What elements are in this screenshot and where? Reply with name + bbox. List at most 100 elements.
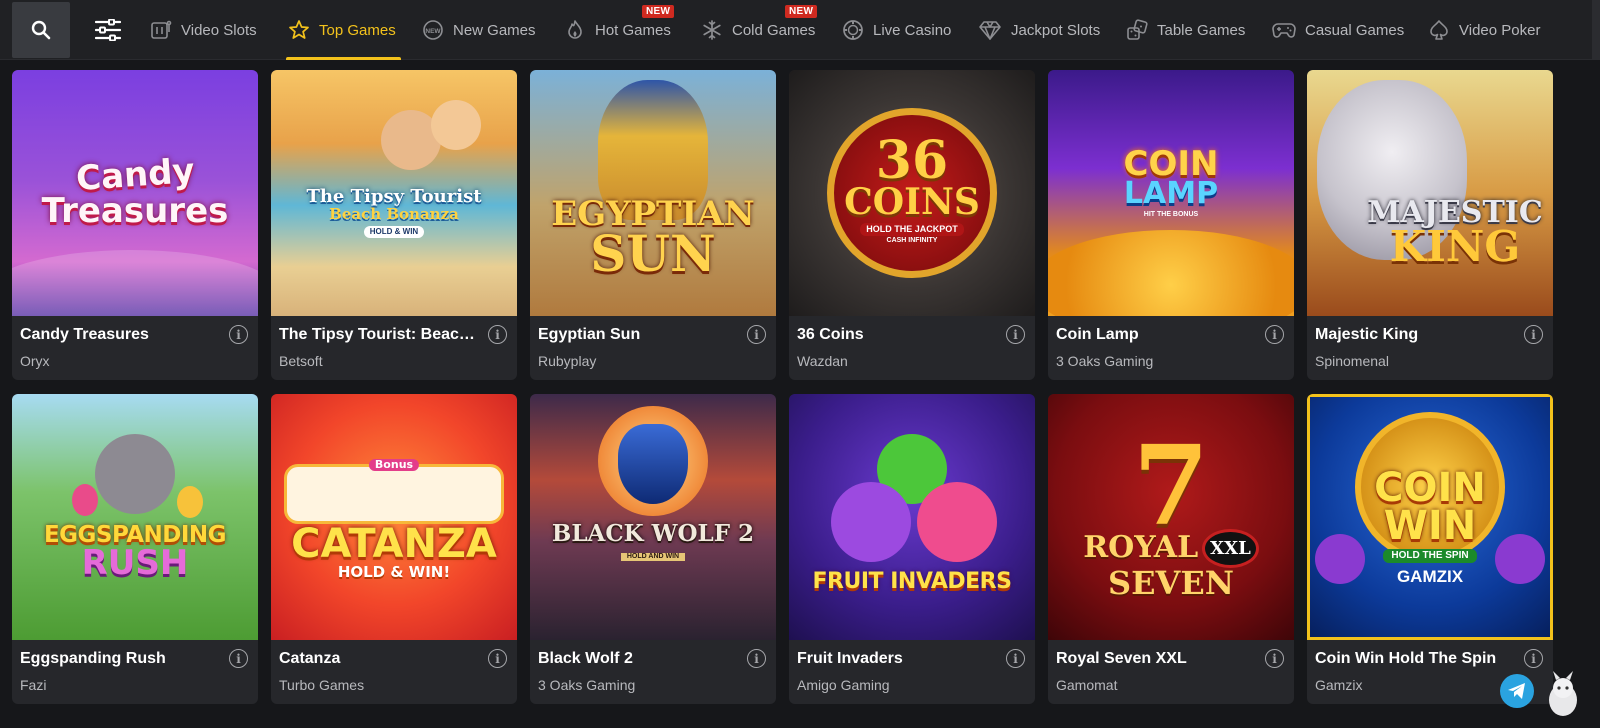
chat-bot-button[interactable] xyxy=(1538,670,1588,720)
game-grid: Candy Treasures Candy Treasures Oryx i T… xyxy=(12,70,1588,704)
game-provider: 3 Oaks Gaming xyxy=(538,677,636,693)
tab-jackpot-slots[interactable]: Jackpot Slots xyxy=(978,0,1100,60)
game-meta: Coin Lamp 3 Oaks Gaming i xyxy=(1048,316,1294,380)
game-card[interactable]: COIN WIN HOLD THE SPIN GAMZIX Coin Win H… xyxy=(1307,394,1553,704)
tab-cold-games[interactable]: Cold Games NEW xyxy=(701,0,818,60)
game-logo: Candy Treasures xyxy=(36,151,235,229)
game-card[interactable]: FRUIT INVADERS Fruit Invaders Amigo Gami… xyxy=(789,394,1035,704)
info-icon[interactable]: i xyxy=(1006,649,1025,668)
game-thumbnail[interactable]: MAJESTIC KING xyxy=(1307,70,1553,316)
game-logo: EGYPTIAN SUN xyxy=(545,197,760,284)
tab-label: Jackpot Slots xyxy=(1011,21,1101,39)
chip-icon xyxy=(843,20,863,40)
tab-hot-games[interactable]: Hot Games NEW xyxy=(564,0,675,60)
svg-text:NEW: NEW xyxy=(425,28,441,35)
logo-text: SEVEN xyxy=(1108,563,1234,602)
game-card[interactable]: EGGSPANDING RUSH Eggspanding Rush Fazi i xyxy=(12,394,258,704)
game-thumbnail[interactable]: FRUIT INVADERS xyxy=(789,394,1035,640)
game-thumbnail[interactable]: EGYPTIAN SUN xyxy=(530,70,776,316)
game-meta: Candy Treasures Oryx i xyxy=(12,316,258,380)
logo-text: HIT THE BONUS xyxy=(1143,210,1199,218)
game-thumbnail[interactable]: COIN WIN HOLD THE SPIN GAMZIX xyxy=(1307,394,1553,640)
flame-icon xyxy=(568,20,582,39)
tab-label: Casual Games xyxy=(1305,21,1405,39)
tab-top-games[interactable]: Top Games xyxy=(286,0,401,60)
logo-text: KING xyxy=(1389,222,1521,272)
logo-text: FRUIT INVADERS xyxy=(812,568,1012,594)
game-thumbnail[interactable]: 7 ROYAL XXL SEVEN xyxy=(1048,394,1294,640)
game-thumbnail[interactable]: COIN LAMP HIT THE BONUS xyxy=(1048,70,1294,316)
game-logo: BLACK WOLF 2 HOLD AND WIN xyxy=(546,522,760,562)
game-thumbnail[interactable]: The Tipsy Tourist Beach Bonanza HOLD & W… xyxy=(271,70,517,316)
game-logo: 36 COINS HOLD THE JACKPOT CASH INFINITY xyxy=(838,134,986,245)
info-icon[interactable]: i xyxy=(488,649,507,668)
game-card[interactable]: EGYPTIAN SUN Egyptian Sun Rubyplay i xyxy=(530,70,776,380)
info-icon[interactable]: i xyxy=(229,325,248,344)
logo-text: Bonus xyxy=(368,459,420,472)
tab-casual-games[interactable]: Casual Games xyxy=(1272,0,1404,60)
game-title: Coin Win Hold The Spin xyxy=(1315,650,1497,667)
logo-text: CATANZA xyxy=(291,520,497,567)
game-title: Majestic King xyxy=(1315,326,1419,343)
game-meta: The Tipsy Tourist: Beach Bonanza Betsoft… xyxy=(271,316,517,380)
game-title: Candy Treasures xyxy=(20,326,149,343)
game-thumbnail[interactable]: BLACK WOLF 2 HOLD AND WIN xyxy=(530,394,776,640)
info-icon[interactable]: i xyxy=(1524,649,1543,668)
game-card[interactable]: BLACK WOLF 2 HOLD AND WIN Black Wolf 2 3… xyxy=(530,394,776,704)
game-card[interactable]: The Tipsy Tourist Beach Bonanza HOLD & W… xyxy=(271,70,517,380)
game-provider: 3 Oaks Gaming xyxy=(1056,353,1154,369)
game-card[interactable]: Candy Treasures Candy Treasures Oryx i xyxy=(12,70,258,380)
tab-table-games[interactable]: Table Games xyxy=(1126,0,1245,60)
tab-label: Hot Games xyxy=(595,21,671,39)
game-title: The Tipsy Tourist: Beach Bonanza xyxy=(279,326,475,343)
game-meta: Black Wolf 2 3 Oaks Gaming i xyxy=(530,640,776,704)
logo-text: The Tipsy Tourist xyxy=(306,186,482,208)
game-card[interactable]: 36 COINS HOLD THE JACKPOT CASH INFINITY … xyxy=(789,70,1035,380)
game-provider: Wazdan xyxy=(797,353,848,369)
tab-label: Cold Games xyxy=(732,21,816,39)
nav-scrollbar[interactable] xyxy=(1592,0,1600,60)
game-card[interactable]: COIN LAMP HIT THE BONUS Coin Lamp 3 Oaks… xyxy=(1048,70,1294,380)
game-card[interactable]: 7 ROYAL XXL SEVEN Royal Seven XXL Gamoma… xyxy=(1048,394,1294,704)
tab-label: Top Games xyxy=(319,21,396,39)
filter-button[interactable] xyxy=(88,2,128,58)
game-meta: Royal Seven XXL Gamomat i xyxy=(1048,640,1294,704)
logo-text: ROYAL xyxy=(1083,530,1199,566)
game-card[interactable]: Bonus CATANZA HOLD & WIN! Catanza Turbo … xyxy=(271,394,517,704)
info-icon[interactable]: i xyxy=(229,649,248,668)
search-button[interactable] xyxy=(12,2,70,58)
logo-text: HOLD & WIN xyxy=(363,226,425,238)
snowflake-icon xyxy=(703,20,721,40)
info-icon[interactable]: i xyxy=(1265,649,1284,668)
game-title: Coin Lamp xyxy=(1056,326,1139,343)
game-thumbnail[interactable]: 36 COINS HOLD THE JACKPOT CASH INFINITY xyxy=(789,70,1035,316)
logo-text: SUN xyxy=(590,224,716,284)
tab-label: Video Slots xyxy=(181,21,257,39)
telegram-button[interactable] xyxy=(1500,674,1534,708)
game-thumbnail[interactable]: EGGSPANDING RUSH xyxy=(12,394,258,640)
tab-live-casino[interactable]: Live Casino xyxy=(842,0,951,60)
info-icon[interactable]: i xyxy=(1006,325,1025,344)
info-icon[interactable]: i xyxy=(747,649,766,668)
game-meta: Majestic King Spinomenal i xyxy=(1307,316,1553,380)
game-card[interactable]: MAJESTIC KING Majestic King Spinomenal i xyxy=(1307,70,1553,380)
info-icon[interactable]: i xyxy=(747,325,766,344)
info-icon[interactable]: i xyxy=(1524,325,1543,344)
info-icon[interactable]: i xyxy=(488,325,507,344)
category-nav: Video Slots Top Games NEW New Games Hot … xyxy=(0,0,1600,60)
tab-video-slots[interactable]: Video Slots xyxy=(150,0,257,60)
game-thumbnail[interactable]: Candy Treasures xyxy=(12,70,258,316)
game-title: Fruit Invaders xyxy=(797,650,903,667)
logo-text: HOLD THE SPIN xyxy=(1383,549,1477,563)
info-icon[interactable]: i xyxy=(1265,325,1284,344)
game-provider: Turbo Games xyxy=(279,677,365,693)
game-thumbnail[interactable]: Bonus CATANZA HOLD & WIN! xyxy=(271,394,517,640)
game-meta: Eggspanding Rush Fazi i xyxy=(12,640,258,704)
tab-new-games[interactable]: NEW New Games xyxy=(422,0,536,60)
game-logo: MAJESTIC KING xyxy=(1361,198,1548,272)
logo-text: HOLD AND WIN xyxy=(620,552,686,562)
tab-video-poker[interactable]: Video Poker xyxy=(1428,0,1540,60)
game-title: Eggspanding Rush xyxy=(20,650,166,667)
star-icon xyxy=(289,20,309,39)
game-logo: Bonus CATANZA HOLD & WIN! xyxy=(285,459,503,580)
